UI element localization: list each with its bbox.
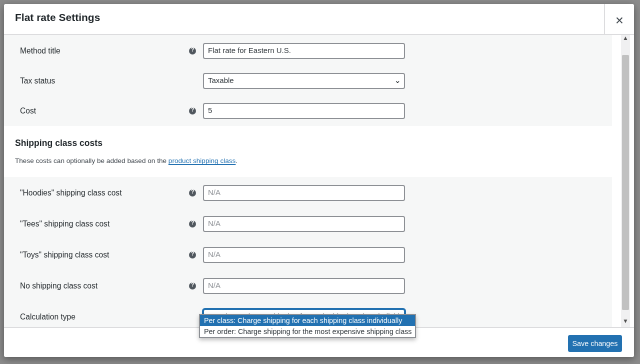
description-text: These costs can optionally be added base…	[15, 158, 169, 165]
toys-cost-label: "Toys" shipping class cost	[20, 250, 110, 259]
description-suffix: .	[235, 158, 238, 165]
method-title-label: Method title	[20, 46, 61, 55]
tees-cost-row: "Tees" shipping class cost ?	[4, 208, 612, 239]
help-icon[interactable]: ?	[189, 282, 196, 289]
calculation-type-label: Calculation type	[20, 312, 76, 321]
dropdown-option-per-order[interactable]: Per order: Charge shipping for the most …	[200, 326, 415, 337]
cost-row: Cost ?	[4, 95, 612, 126]
product-shipping-class-link[interactable]: product shipping class	[168, 158, 235, 165]
tees-cost-input[interactable]	[203, 215, 405, 232]
general-settings-table: Method title ? Tax status Taxable ⌄ Cost…	[4, 35, 612, 126]
scroll-down-icon[interactable]: ▼	[621, 318, 630, 327]
toys-cost-input[interactable]	[203, 246, 405, 263]
tax-status-row: Tax status Taxable ⌄	[4, 65, 612, 96]
shipping-class-costs-heading: Shipping class costs	[15, 138, 103, 148]
close-button[interactable]: ×	[604, 4, 634, 35]
modal-header: Flat rate Settings ×	[4, 4, 634, 35]
modal-title: Flat rate Settings	[15, 12, 101, 24]
method-title-row: Method title ?	[4, 35, 612, 66]
scroll-up-icon[interactable]: ▲	[621, 35, 630, 44]
help-icon[interactable]: ?	[189, 47, 196, 54]
no-class-cost-row: No shipping class cost ?	[4, 270, 612, 301]
flat-rate-settings-modal: Flat rate Settings × Method title ? Tax …	[4, 4, 634, 357]
dropdown-option-per-class[interactable]: Per class: Charge shipping for each ship…	[200, 315, 415, 326]
tax-status-value: Taxable	[208, 75, 234, 85]
tax-status-label: Tax status	[20, 76, 56, 85]
chevron-down-icon: ⌄	[394, 75, 401, 85]
save-changes-button[interactable]: Save changes	[568, 335, 622, 352]
help-icon[interactable]: ?	[189, 189, 196, 196]
close-icon: ×	[615, 11, 624, 28]
tax-status-select[interactable]: Taxable ⌄	[203, 72, 405, 89]
hoodies-cost-row: "Hoodies" shipping class cost ?	[4, 177, 612, 208]
scrollbar-thumb[interactable]	[622, 55, 629, 310]
no-class-cost-input[interactable]	[203, 277, 405, 294]
cost-input[interactable]	[203, 102, 405, 119]
cost-label: Cost	[20, 106, 37, 115]
calculation-type-dropdown: Per class: Charge shipping for each ship…	[199, 314, 416, 338]
help-icon[interactable]: ?	[189, 251, 196, 258]
modal-body: Method title ? Tax status Taxable ⌄ Cost…	[4, 35, 634, 327]
tees-cost-label: "Tees" shipping class cost	[20, 219, 110, 228]
help-icon[interactable]: ?	[189, 107, 196, 114]
scrollbar[interactable]: ▲ ▼	[621, 35, 630, 327]
hoodies-cost-label: "Hoodies" shipping class cost	[20, 188, 122, 197]
method-title-input[interactable]	[203, 42, 405, 59]
toys-cost-row: "Toys" shipping class cost ?	[4, 239, 612, 270]
shipping-class-costs-table: "Hoodies" shipping class cost ? "Tees" s…	[4, 177, 612, 327]
shipping-class-description: These costs can optionally be added base…	[15, 158, 238, 165]
hoodies-cost-input[interactable]	[203, 184, 405, 201]
help-icon[interactable]: ?	[189, 220, 196, 227]
no-class-cost-label: No shipping class cost	[20, 281, 98, 290]
